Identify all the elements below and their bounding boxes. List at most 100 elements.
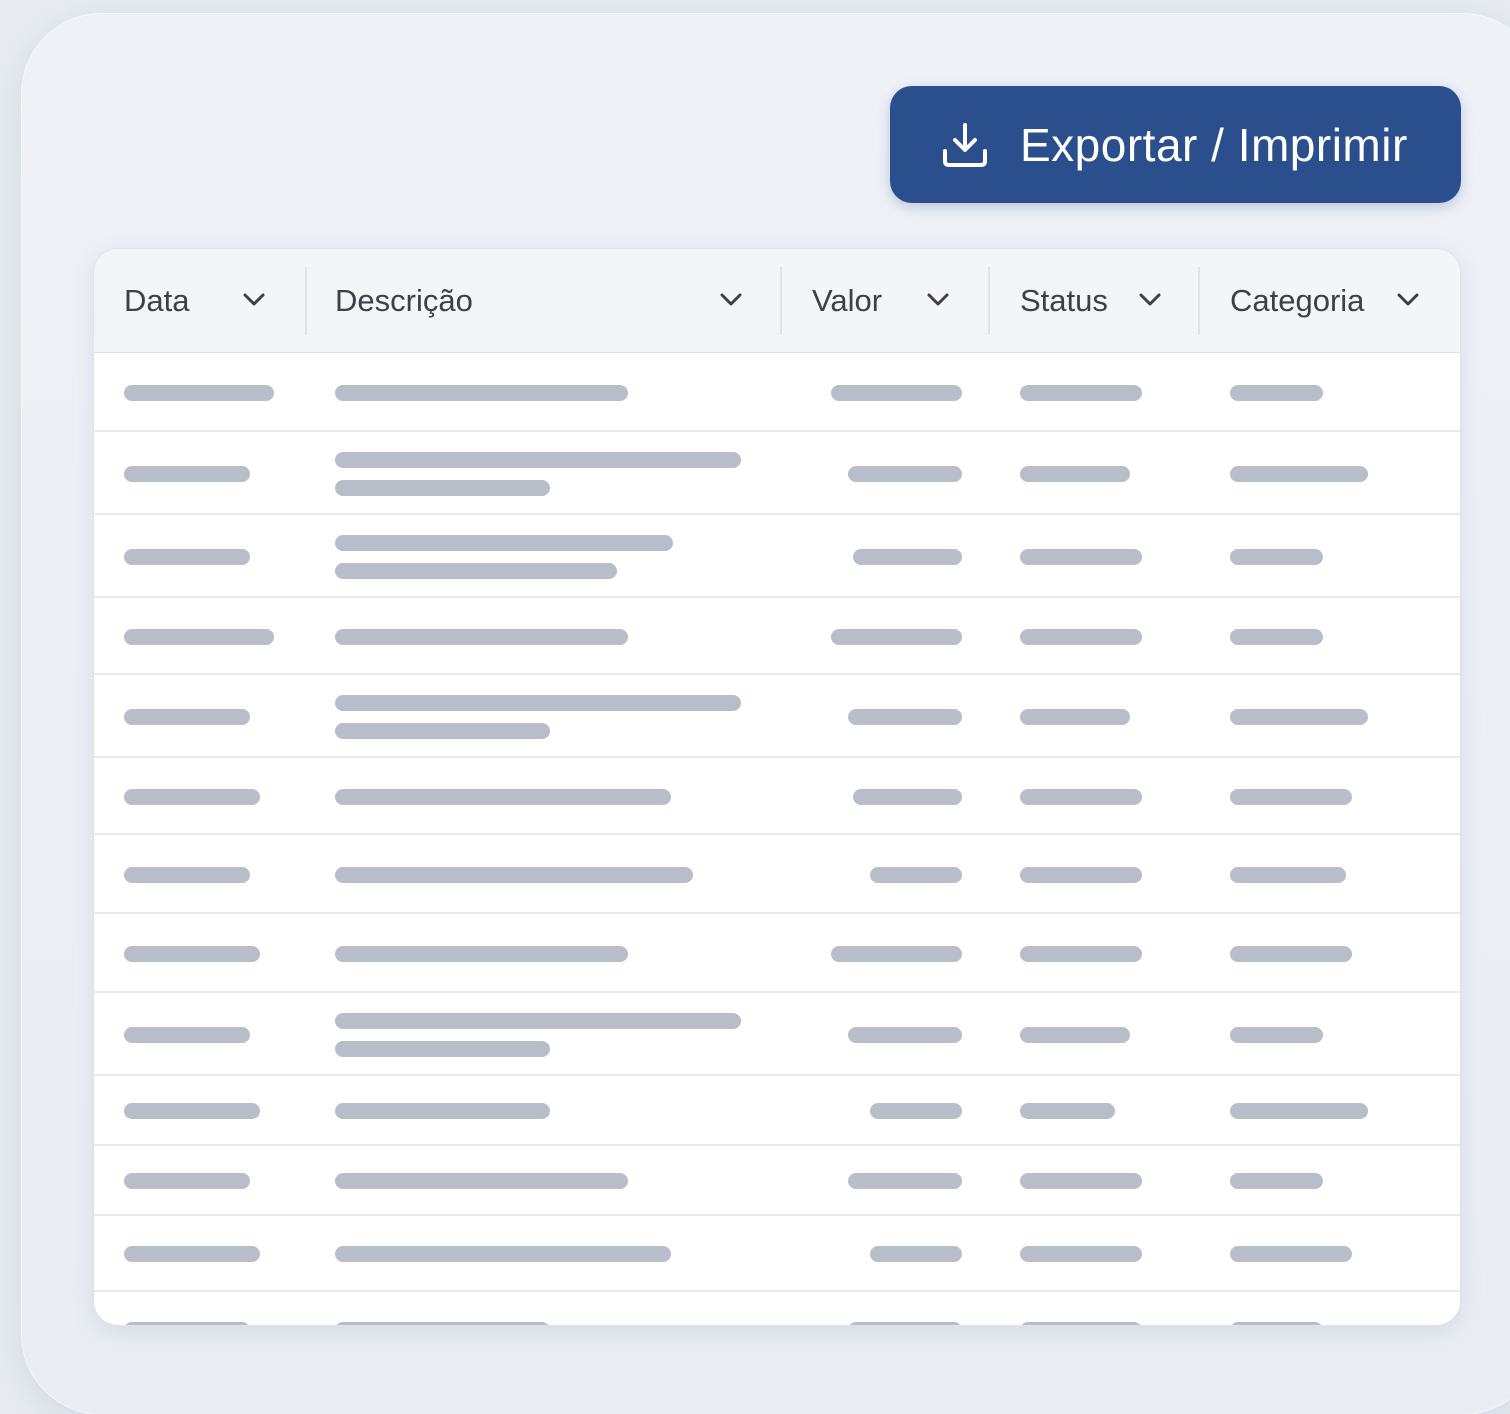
data-cell-placeholder: [124, 1027, 250, 1043]
status-cell-placeholder: [1020, 867, 1142, 883]
valor-cell-placeholder: [831, 629, 962, 645]
status-cell-placeholder: [1020, 946, 1142, 962]
column-divider: [988, 267, 990, 335]
column-header-data[interactable]: Data: [124, 249, 304, 352]
chevron-down-icon: [1139, 293, 1161, 306]
data-cell-placeholder: [124, 1173, 250, 1189]
descricao-cell-placeholder: [335, 695, 741, 711]
descricao-cell-placeholder: [335, 1246, 671, 1262]
table-row[interactable]: [94, 1292, 1460, 1325]
status-cell-placeholder: [1020, 1173, 1142, 1189]
valor-cell-placeholder: [853, 549, 962, 565]
status-cell-placeholder: [1020, 629, 1142, 645]
column-label: Status: [1020, 282, 1108, 318]
export-print-label: Exportar / Imprimir: [1020, 118, 1408, 171]
valor-cell-placeholder: [831, 946, 962, 962]
categoria-cell-placeholder: [1230, 466, 1368, 482]
valor-cell-placeholder: [848, 1173, 962, 1189]
column-label: Data: [124, 282, 190, 318]
descricao-cell-placeholder: [335, 789, 671, 805]
table-row[interactable]: [94, 835, 1460, 914]
status-cell-placeholder: [1020, 1322, 1142, 1325]
table-row[interactable]: [94, 353, 1460, 432]
valor-cell-placeholder: [870, 867, 962, 883]
descricao-cell-placeholder: [335, 1041, 550, 1057]
categoria-cell-placeholder: [1230, 1246, 1352, 1262]
table-row[interactable]: [94, 914, 1460, 993]
table-row[interactable]: [94, 1076, 1460, 1146]
descricao-cell-placeholder: [335, 1322, 550, 1325]
categoria-cell-placeholder: [1230, 385, 1323, 401]
valor-cell-placeholder: [848, 1027, 962, 1043]
table-row[interactable]: [94, 675, 1460, 758]
descricao-cell-placeholder: [335, 563, 617, 579]
valor-cell-placeholder: [848, 1322, 962, 1325]
data-cell-placeholder: [124, 549, 250, 565]
column-label: Valor: [812, 282, 883, 318]
data-cell-placeholder: [124, 1322, 250, 1325]
data-table: Data Descrição Valor Status Categoria: [94, 249, 1460, 1325]
column-divider: [305, 267, 307, 335]
valor-cell-placeholder: [870, 1246, 962, 1262]
data-cell-placeholder: [124, 867, 250, 883]
categoria-cell-placeholder: [1230, 946, 1352, 962]
data-cell-placeholder: [124, 466, 250, 482]
status-cell-placeholder: [1020, 385, 1142, 401]
column-label: Descrição: [335, 282, 473, 318]
table-row[interactable]: [94, 1216, 1460, 1292]
status-cell-placeholder: [1020, 1103, 1115, 1119]
table-header: Data Descrição Valor Status Categoria: [94, 249, 1460, 353]
table-row[interactable]: [94, 1146, 1460, 1216]
data-cell-placeholder: [124, 946, 260, 962]
download-icon: [938, 118, 992, 172]
chevron-down-icon: [243, 293, 265, 306]
data-cell-placeholder: [124, 629, 274, 645]
column-header-categoria[interactable]: Categoria: [1230, 249, 1440, 352]
chevron-down-icon: [1397, 293, 1419, 306]
column-divider: [780, 267, 782, 335]
status-cell-placeholder: [1020, 1246, 1142, 1262]
categoria-cell-placeholder: [1230, 629, 1323, 645]
descricao-cell-placeholder: [335, 1103, 550, 1119]
column-label: Categoria: [1230, 282, 1365, 318]
table-row[interactable]: [94, 758, 1460, 835]
table-row[interactable]: [94, 432, 1460, 515]
categoria-cell-placeholder: [1230, 1103, 1368, 1119]
status-cell-placeholder: [1020, 709, 1130, 725]
categoria-cell-placeholder: [1230, 1027, 1323, 1043]
data-cell-placeholder: [124, 1246, 260, 1262]
table-row[interactable]: [94, 598, 1460, 675]
descricao-cell-placeholder: [335, 723, 550, 739]
data-cell-placeholder: [124, 1103, 260, 1119]
column-header-descricao[interactable]: Descrição: [335, 249, 755, 352]
column-divider: [1198, 267, 1200, 335]
table-row[interactable]: [94, 515, 1460, 598]
descricao-cell-placeholder: [335, 629, 628, 645]
descricao-cell-placeholder: [335, 1013, 741, 1029]
data-cell-placeholder: [124, 709, 250, 725]
categoria-cell-placeholder: [1230, 1173, 1323, 1189]
status-cell-placeholder: [1020, 466, 1130, 482]
data-cell-placeholder: [124, 385, 274, 401]
valor-cell-placeholder: [831, 385, 962, 401]
valor-cell-placeholder: [870, 1103, 962, 1119]
status-cell-placeholder: [1020, 549, 1142, 565]
valor-cell-placeholder: [853, 789, 962, 805]
descricao-cell-placeholder: [335, 1173, 628, 1189]
table-row[interactable]: [94, 993, 1460, 1076]
status-cell-placeholder: [1020, 789, 1142, 805]
categoria-cell-placeholder: [1230, 549, 1323, 565]
chevron-down-icon: [720, 293, 742, 306]
valor-cell-placeholder: [848, 709, 962, 725]
categoria-cell-placeholder: [1230, 1322, 1323, 1325]
categoria-cell-placeholder: [1230, 789, 1352, 805]
descricao-cell-placeholder: [335, 535, 673, 551]
descricao-cell-placeholder: [335, 867, 693, 883]
valor-cell-placeholder: [848, 466, 962, 482]
column-header-valor[interactable]: Valor: [812, 249, 972, 352]
export-print-button[interactable]: Exportar / Imprimir: [890, 86, 1461, 203]
descricao-cell-placeholder: [335, 452, 741, 468]
column-header-status[interactable]: Status: [1020, 249, 1180, 352]
data-cell-placeholder: [124, 789, 260, 805]
descricao-cell-placeholder: [335, 480, 550, 496]
